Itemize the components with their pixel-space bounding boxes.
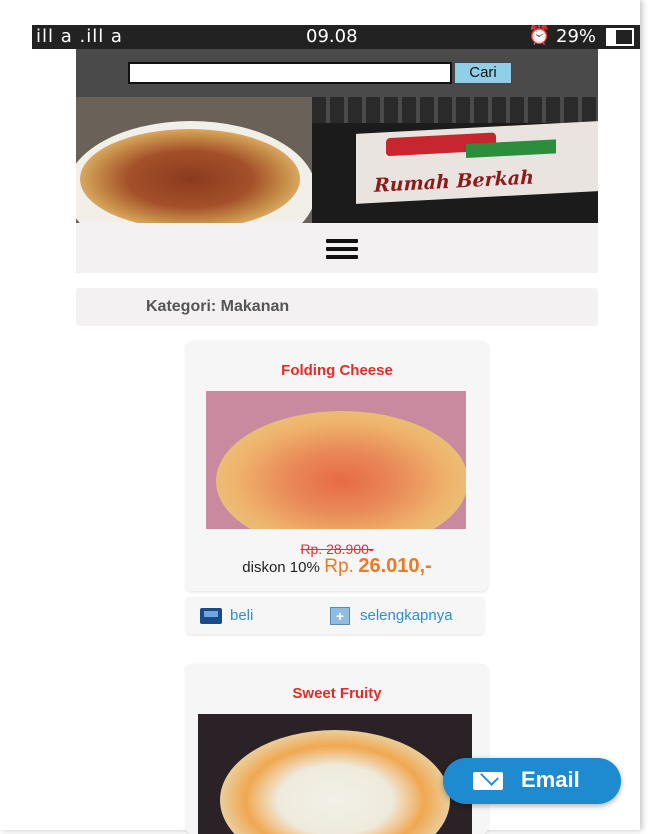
- sign-board: Rumah Berkah: [356, 120, 598, 204]
- battery-indicator: 29%: [556, 26, 634, 47]
- sign-text: Rumah Berkah: [374, 166, 534, 197]
- product-title[interactable]: Sweet Fruity: [186, 685, 488, 702]
- header-banner: Rumah Berkah: [76, 97, 598, 223]
- envelope-icon: [473, 772, 503, 790]
- pizza-image-shape: [216, 411, 466, 529]
- battery-percent: 29%: [556, 26, 597, 47]
- pizza-image-shape: [220, 730, 450, 834]
- cart-icon: [200, 608, 222, 625]
- battery-icon: [605, 28, 634, 46]
- plus-icon: +: [330, 607, 350, 626]
- banner-food-image: [76, 97, 316, 223]
- category-label: Kategori: Makanan: [146, 298, 290, 315]
- details-label: selengkapnya: [360, 607, 453, 624]
- buy-button[interactable]: beli: [200, 607, 254, 625]
- price-prefix: Rp.: [324, 556, 354, 577]
- nav-menu-bar: [76, 223, 598, 273]
- signal-indicators: ill a .ill a: [36, 26, 123, 47]
- banner-store-sign-image: Rumah Berkah: [312, 97, 598, 223]
- product-image[interactable]: [198, 714, 472, 834]
- search-input[interactable]: [128, 62, 452, 84]
- email-label: Email: [521, 767, 580, 792]
- search-button[interactable]: Cari: [454, 62, 512, 84]
- email-button[interactable]: Email: [443, 758, 621, 804]
- clock: 09.08: [306, 26, 358, 47]
- buy-label: beli: [230, 607, 254, 624]
- search-bar: Cari: [76, 49, 598, 97]
- category-header: Kategori: Makanan: [76, 288, 598, 326]
- details-button[interactable]: + selengkapnya: [330, 607, 453, 626]
- product-card: Folding Cheese Rp. 28.900- diskon 10% Rp…: [186, 341, 488, 591]
- product-title[interactable]: Folding Cheese: [186, 362, 488, 379]
- pastry-shape: [80, 129, 300, 223]
- discounted-price: 26.010,-: [358, 555, 432, 577]
- sign-frame: [312, 97, 598, 123]
- discount-label: diskon 10%: [242, 559, 320, 576]
- hamburger-menu-icon[interactable]: [326, 239, 358, 259]
- product-actions: beli + selengkapnya: [186, 597, 484, 634]
- product-card: Sweet Fruity: [186, 664, 488, 834]
- price-line: diskon 10% Rp. 26.010,-: [186, 555, 488, 578]
- product-image[interactable]: [206, 391, 466, 529]
- status-bar: ill a .ill a 09.08 ⏰ 29%: [32, 25, 640, 49]
- alarm-icon: ⏰: [528, 25, 551, 46]
